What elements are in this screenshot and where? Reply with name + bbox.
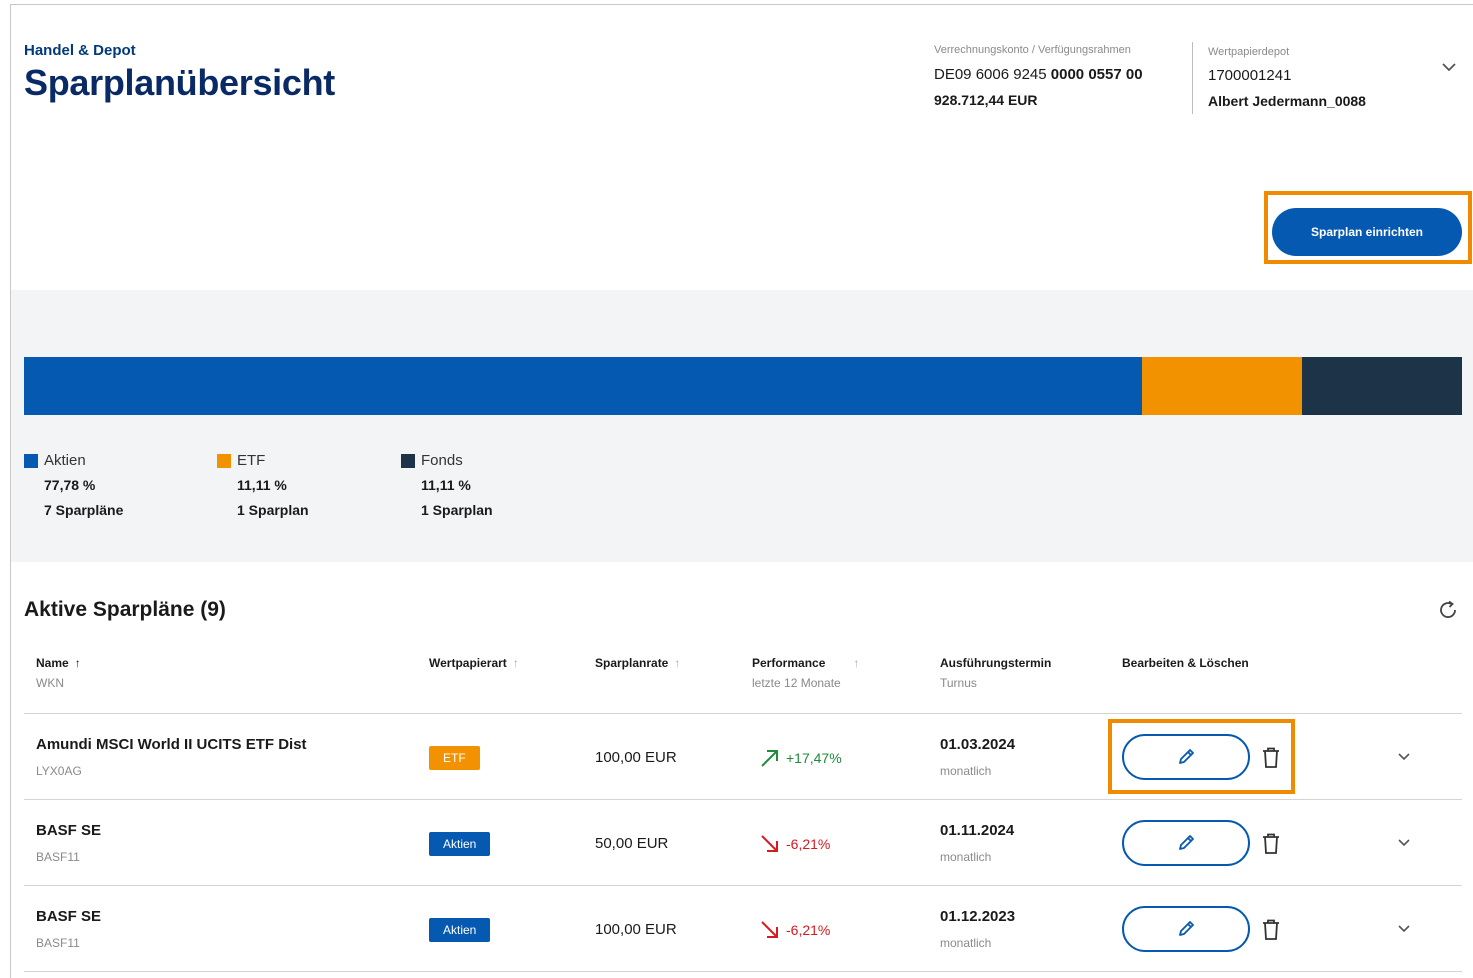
row-turnus: monatlich <box>940 936 992 950</box>
sort-arrow-icon[interactable]: ↑ <box>853 656 859 670</box>
column-header-execution: Ausführungstermin Turnus <box>940 656 1051 690</box>
column-header-rate[interactable]: Sparplanrate ↑ <box>595 656 680 670</box>
allocation-segment-fonds <box>1302 357 1462 415</box>
column-label: Bearbeiten & Löschen <box>1122 656 1249 670</box>
refresh-icon[interactable] <box>1436 598 1460 622</box>
section-title: Aktive Sparpläne (9) <box>24 598 226 621</box>
header-divider <box>1192 42 1193 114</box>
trash-icon[interactable] <box>1260 918 1282 942</box>
legend-count: 1 Sparplan <box>237 502 309 518</box>
legend-percent: 77,78 % <box>44 477 96 493</box>
performance-value: -6,21% <box>786 922 831 938</box>
sort-arrow-icon[interactable]: ↑ <box>513 656 519 670</box>
column-header-name[interactable]: Name ↑ WKN <box>36 656 81 690</box>
create-savings-plan-button[interactable]: Sparplan einrichten <box>1272 208 1462 256</box>
row-name: BASF SE <box>36 908 102 925</box>
row-rate: 50,00 EUR <box>595 835 669 852</box>
trend-down-icon <box>761 921 778 938</box>
row-rate: 100,00 EUR <box>595 749 677 766</box>
legend-swatch-etf <box>217 453 231 468</box>
legend-item-fonds: Fonds 11,11 % 1 Sparplan <box>401 452 493 518</box>
row-wkn: BASF11 <box>36 850 80 864</box>
breadcrumb[interactable]: Handel & Depot <box>24 42 136 59</box>
sort-arrow-icon[interactable]: ↑ <box>75 656 81 670</box>
pencil-icon <box>1179 921 1194 936</box>
depot-info: Wertpapierdepot 1700001241 Albert Jederm… <box>1208 46 1366 109</box>
legend-item-aktien: Aktien 77,78 % 7 Sparpläne <box>24 452 123 518</box>
legend-swatch-aktien <box>24 453 38 468</box>
type-badge: Aktien <box>429 918 491 942</box>
legend-label: ETF <box>237 452 266 469</box>
allocation-panel <box>11 290 1473 562</box>
legend-item-etf: ETF 11,11 % 1 Sparplan <box>217 452 309 518</box>
column-label: Ausführungstermin <box>940 656 1052 670</box>
row-wkn: BASF11 <box>36 936 80 950</box>
pencil-icon <box>1179 835 1194 850</box>
column-header-performance[interactable]: Performance ↑ letzte 12 Monate <box>752 656 859 690</box>
type-badge: Aktien <box>429 832 491 856</box>
column-label: Name <box>36 656 69 670</box>
legend-label: Aktien <box>44 452 86 469</box>
page-title: Sparplanübersicht <box>24 62 335 103</box>
legend-count: 1 Sparplan <box>421 502 493 518</box>
column-label: Performance <box>752 656 826 670</box>
account-iban: DE09 6006 9245 0000 0557 00 <box>934 66 1143 83</box>
depot-label: Wertpapierdepot <box>1208 46 1290 58</box>
table-row: BASF SE BASF11 Aktien 50,00 EUR -6,21% 0… <box>24 800 1462 886</box>
row-turnus: monatlich <box>940 764 992 778</box>
chevron-down-icon[interactable] <box>1440 60 1458 74</box>
column-sublabel: WKN <box>36 676 64 690</box>
iban-suffix: 0000 0557 00 <box>1050 66 1143 83</box>
allocation-segment-etf <box>1142 357 1303 415</box>
row-rate: 100,00 EUR <box>595 921 677 938</box>
row-performance: +17,47% <box>758 747 842 769</box>
performance-value: -6,21% <box>786 836 831 852</box>
chevron-down-icon[interactable] <box>1396 922 1412 936</box>
column-header-actions: Bearbeiten & Löschen <box>1122 656 1249 670</box>
divider <box>24 971 1462 972</box>
row-name: BASF SE <box>36 822 102 839</box>
column-label: Wertpapierart <box>429 656 507 670</box>
row-performance: -6,21% <box>758 919 830 941</box>
row-turnus: monatlich <box>940 850 992 864</box>
sort-arrow-icon[interactable]: ↑ <box>674 656 680 670</box>
performance-value: +17,47% <box>786 750 842 766</box>
account-label: Verrechnungskonto / Verfügungsrahmen <box>934 44 1131 56</box>
edit-button[interactable] <box>1122 820 1250 866</box>
allocation-segment-aktien <box>24 357 1143 415</box>
row-date: 01.11.2024 <box>940 822 1015 839</box>
account-info: Verrechnungskonto / Verfügungsrahmen DE0… <box>934 44 1143 108</box>
column-label: Sparplanrate <box>595 656 669 670</box>
account-balance: 928.712,44 EUR <box>934 92 1038 108</box>
row-date: 01.12.2023 <box>940 908 1016 925</box>
depot-number: 1700001241 <box>1208 67 1292 84</box>
legend-percent: 11,11 % <box>421 477 471 493</box>
column-header-type[interactable]: Wertpapierart ↑ <box>429 656 519 670</box>
allocation-bar <box>24 357 1462 415</box>
legend-count: 7 Sparpläne <box>44 502 124 518</box>
iban-prefix: DE09 6006 9245 <box>934 66 1047 83</box>
trend-up-icon <box>761 750 778 767</box>
trash-icon[interactable] <box>1260 832 1282 856</box>
row-performance: -6,21% <box>758 833 830 855</box>
legend-percent: 11,11 % <box>237 477 287 493</box>
column-sublabel: letzte 12 Monate <box>752 676 841 690</box>
edit-button[interactable] <box>1122 906 1250 952</box>
row-name: Amundi MSCI World II UCITS ETF Dist <box>36 736 307 753</box>
type-badge: ETF <box>429 746 480 770</box>
legend-swatch-fonds <box>401 453 415 468</box>
chevron-down-icon[interactable] <box>1396 836 1412 850</box>
column-sublabel: Turnus <box>940 676 977 690</box>
row-date: 01.03.2024 <box>940 736 1016 753</box>
chevron-down-icon[interactable] <box>1396 750 1412 764</box>
legend-label: Fonds <box>421 452 463 469</box>
trend-down-icon <box>761 835 778 852</box>
table-row: BASF SE BASF11 Aktien 100,00 EUR -6,21% … <box>24 886 1462 972</box>
depot-owner: Albert Jedermann_0088 <box>1208 93 1366 109</box>
highlight-frame-edit <box>1108 719 1295 794</box>
row-wkn: LYX0AG <box>36 764 82 778</box>
